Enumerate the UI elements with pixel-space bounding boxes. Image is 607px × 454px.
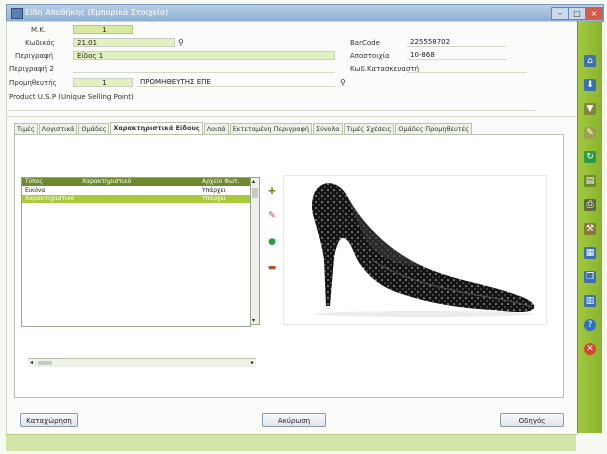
list-item[interactable]: Εικόνα Υπάρχει [22, 187, 250, 195]
usp-label: Product U.S.P (Unique Selling Point) [9, 93, 134, 101]
description-field[interactable]: Είδος 1 [73, 51, 335, 60]
page-icon[interactable]: ▦ [584, 247, 596, 259]
document-icon[interactable]: ▤ [584, 175, 596, 187]
row-type: Εικόνα [25, 187, 46, 194]
guide-button[interactable]: Οδηγός [500, 413, 564, 427]
row-type: Χαρακτηριστικό [25, 195, 75, 202]
maximize-button[interactable]: □ [568, 7, 586, 20]
scroll-thumb[interactable] [38, 361, 52, 365]
copy-icon[interactable]: ❐ [584, 271, 596, 283]
product-image [283, 175, 547, 325]
supplier-label: Προμηθευτής [9, 79, 57, 87]
manuf-label: Αποστοιχία [350, 52, 390, 60]
app-icon [11, 8, 23, 19]
list-item-selected[interactable]: Χαρακτηριστικό Υπάρχει [22, 195, 250, 203]
supplier-lookup-icon[interactable]: ⚲ [340, 78, 346, 87]
description2-label: Περιγραφή 2 [9, 65, 54, 73]
usp-field[interactable] [9, 102, 535, 111]
mk-field[interactable]: 1 [73, 25, 133, 34]
column-header-attribute[interactable]: Χαρακτηριστικό [82, 178, 131, 186]
column-header-file[interactable]: Αρχείο Φωτ. [202, 178, 240, 186]
row-file: Υπάρχει [202, 187, 226, 194]
manuf-field[interactable]: 10-868 [407, 51, 507, 60]
filter-icon[interactable]: ▼ [584, 103, 596, 115]
binoculars-icon[interactable]: ⚲ [178, 38, 184, 47]
application-frame: Είδη Αποθήκης (Εμπορικά Στοιχεία) – □ × … [0, 0, 607, 454]
scroll-up-icon[interactable]: ▴ [252, 178, 255, 185]
download-icon[interactable]: ⬇ [584, 79, 596, 91]
divider [7, 116, 577, 117]
description-label: Περιγραφή [15, 52, 54, 60]
window-titlebar: Είδη Αποθήκης (Εμπορικά Στοιχεία) – □ × [6, 4, 604, 22]
help-icon[interactable]: ? [584, 319, 596, 331]
barcode-field[interactable]: 225558702 [407, 38, 507, 47]
minimize-button[interactable]: – [551, 7, 569, 20]
scroll-right-icon[interactable]: ▸ [251, 359, 254, 366]
column-header-type[interactable]: Τύπος [25, 178, 43, 186]
close-icon[interactable]: ✕ [584, 343, 596, 355]
home-icon[interactable]: ⌂ [584, 55, 596, 67]
row-file: Υπάρχει [202, 195, 226, 202]
horizontal-scrollbar[interactable]: ◂ ▸ [28, 358, 256, 367]
scroll-thumb[interactable] [252, 188, 258, 198]
report-icon[interactable]: ▥ [584, 295, 596, 307]
close-button[interactable]: × [585, 7, 603, 20]
list-header: Τύπος Χαρακτηριστικό Αρχείο Φωτ. [22, 178, 250, 186]
window-title: Είδη Αποθήκης (Εμπορικά Στοιχεία) [25, 8, 169, 17]
tab-strip: Τιμές Λογιστικά Ομάδες Χαρακτηριστικά Είδου… [14, 122, 473, 135]
delete-icon[interactable]: ▬ [267, 263, 277, 273]
refresh-icon[interactable]: ↻ [584, 151, 596, 163]
tools-icon[interactable]: ⚒ [584, 223, 596, 235]
shoe-image [312, 183, 535, 317]
status-bar [6, 434, 576, 451]
supplier-code-field[interactable]: 1 [73, 78, 133, 87]
refresh-icon[interactable]: ● [267, 237, 277, 247]
mk-label: Μ.Κ. [31, 26, 47, 34]
cancel-button[interactable]: Ακύρωση [262, 413, 326, 427]
side-toolbar: ⌂ ⬇ ▼ ✎ ↻ ▤ ⎙ ⚒ ▦ ❐ ▥ ? ✕ [577, 21, 602, 433]
barcode-label: BarCode [350, 39, 380, 47]
register-button[interactable]: Καταχώρηση [20, 413, 78, 427]
manufcode-field[interactable] [407, 64, 527, 73]
tab-panel: Τύπος Χαρακτηριστικό Αρχείο Φωτ. Εικόνα … [14, 134, 564, 398]
scroll-down-icon[interactable]: ▾ [252, 317, 255, 324]
print-icon[interactable]: ⎙ [584, 199, 596, 211]
scroll-left-icon[interactable]: ◂ [30, 359, 33, 366]
edit-icon[interactable]: ✎ [267, 211, 277, 221]
supplier-name-field[interactable]: ΠΡΟΜΗΘΕΥΤΗΣ ΕΠΕ [137, 78, 335, 87]
vertical-scrollbar[interactable]: ▴ ▾ [250, 177, 260, 325]
add-icon[interactable]: ✚ [267, 187, 277, 197]
code-label: Κωδικός [25, 39, 55, 47]
attributes-list: Τύπος Χαρακτηριστικό Αρχείο Φωτ. Εικόνα … [21, 177, 256, 367]
description2-field[interactable] [73, 64, 335, 73]
code-field[interactable]: 21.01 [73, 38, 175, 47]
edit-icon[interactable]: ✎ [584, 127, 596, 139]
